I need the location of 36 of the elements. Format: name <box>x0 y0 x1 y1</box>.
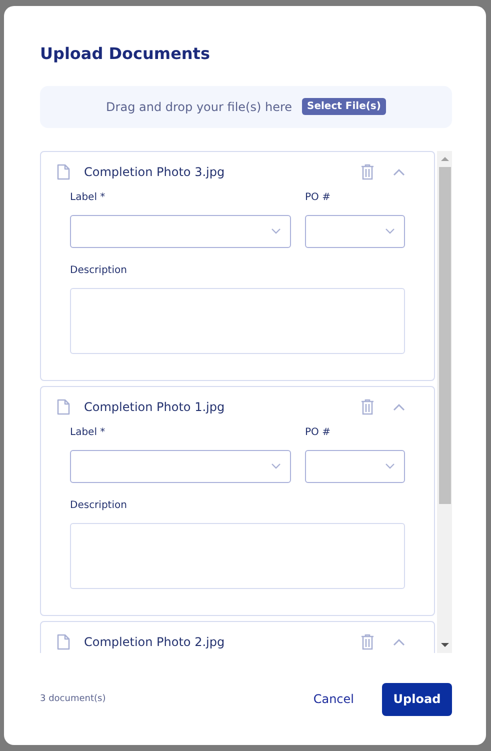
field-label: PO # <box>305 192 332 205</box>
chevron-icon[interactable] <box>393 168 405 176</box>
field-label: Description <box>70 264 128 278</box>
caret-icon <box>385 228 395 234</box>
trash-icon[interactable] <box>361 634 374 650</box>
file-name: Completion Photo 1.jpg <box>84 400 226 414</box>
dropzone-hint: Drag and drop your file(s) here <box>106 100 292 114</box>
field-label: Label * <box>70 426 106 440</box>
scrollbar[interactable] <box>437 150 452 654</box>
field-label: Description <box>70 500 128 513</box>
chevron-icon[interactable] <box>393 402 405 411</box>
file-icon <box>57 398 70 415</box>
cancel-button[interactable]: Cancel <box>301 686 366 712</box>
field-label: Label * <box>70 192 106 205</box>
file-name: Completion Photo 3.jpg <box>84 164 226 179</box>
select-field[interactable] <box>305 214 405 248</box>
trash-icon[interactable] <box>361 398 374 415</box>
select-files-button[interactable]: Select File(s) <box>302 98 386 116</box>
caret-icon <box>385 463 395 470</box>
description-field[interactable] <box>70 288 405 354</box>
chevron-icon[interactable] <box>393 638 405 646</box>
select-field[interactable] <box>70 214 291 248</box>
caret-icon <box>271 228 281 234</box>
caret-icon <box>271 463 281 470</box>
file-icon <box>57 634 70 650</box>
select-field[interactable] <box>70 450 291 483</box>
document-count: 3 document(s) <box>40 694 107 704</box>
dialog-title: Upload Documents <box>40 44 211 64</box>
field-label: PO # <box>305 426 332 440</box>
description-field[interactable] <box>70 522 405 589</box>
trash-icon[interactable] <box>361 164 374 180</box>
file-name: Completion Photo 2.jpg <box>84 634 226 649</box>
dropzone[interactable]: Drag and drop your file(s) here Select File(s) <box>40 86 452 128</box>
file-icon <box>57 164 70 180</box>
select-field[interactable] <box>305 450 405 483</box>
upload-button[interactable]: Upload <box>382 682 452 716</box>
